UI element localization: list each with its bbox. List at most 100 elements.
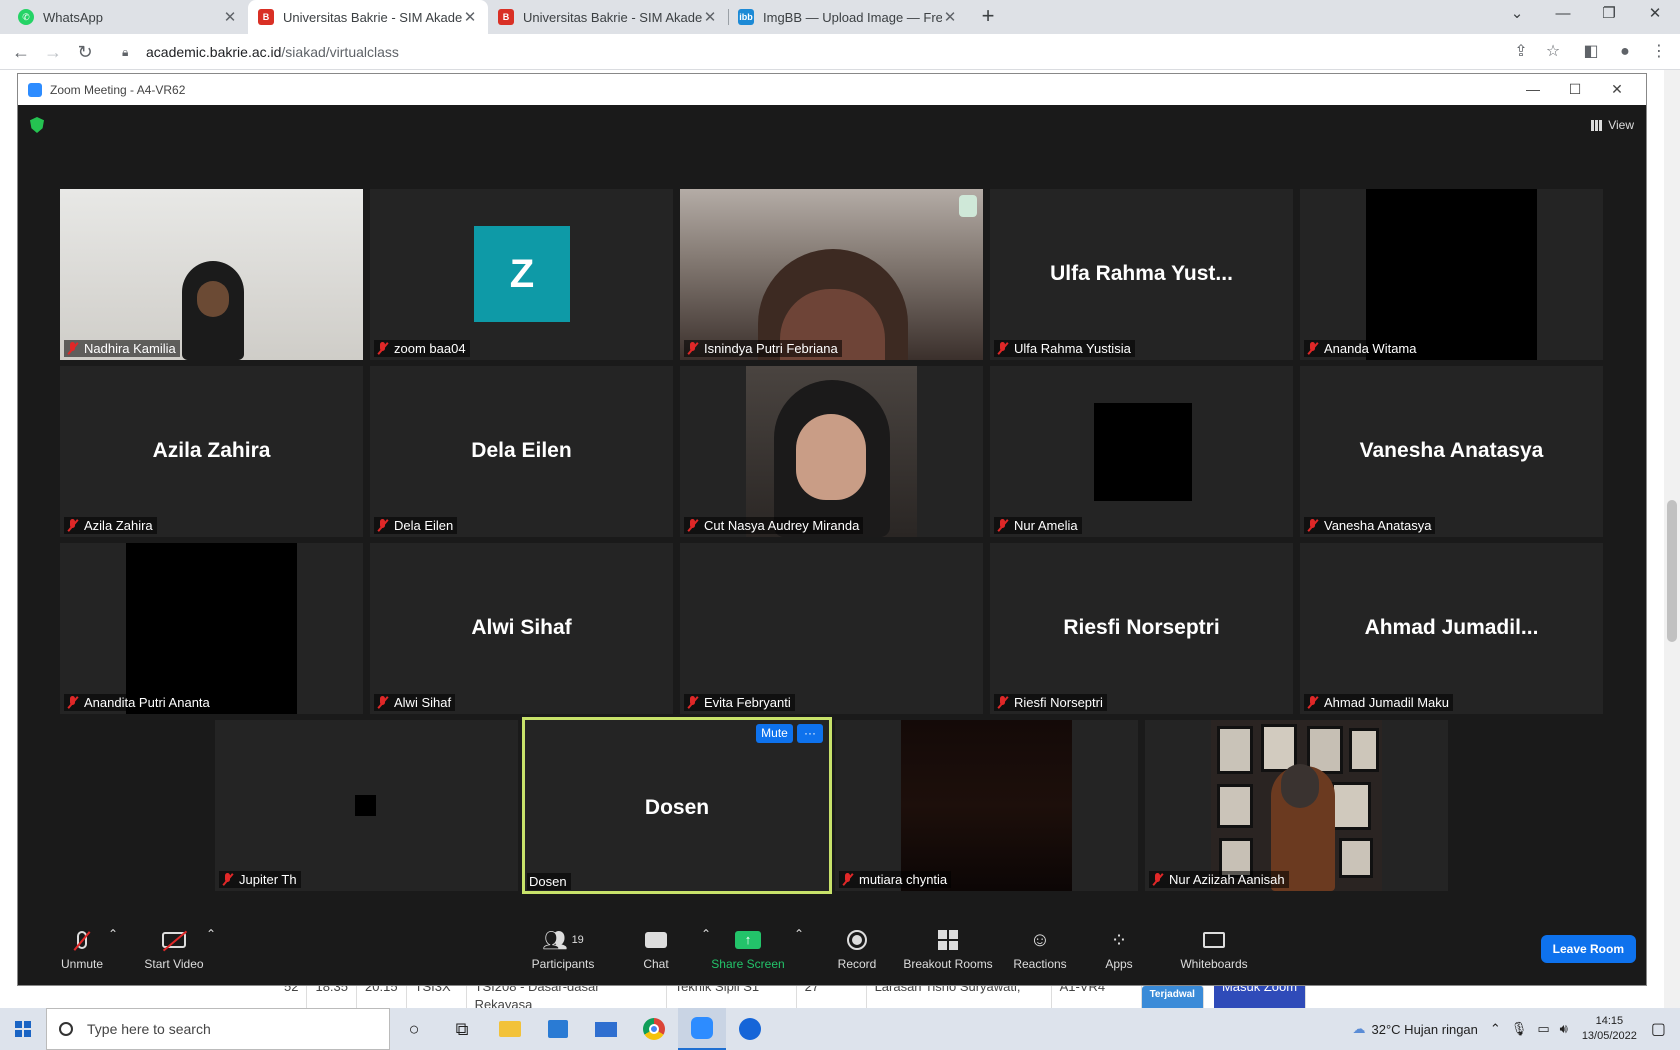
participant-tile[interactable]: Ulfa Rahma Yust... Ulfa Rahma Yustisia	[990, 189, 1293, 360]
view-button[interactable]: View	[1591, 115, 1634, 135]
participant-label: Ananda Witama	[1304, 340, 1421, 357]
volume-icon[interactable]: 🔊︎	[1560, 1021, 1568, 1037]
reactions-button[interactable]: ☺︎ Reactions	[995, 927, 1085, 972]
start-video-label: Start Video	[144, 957, 204, 971]
tab-sim-akademik-active[interactable]: B Universitas Bakrie - SIM Akademik ✕	[248, 0, 488, 34]
profile-avatar-icon[interactable]: ●	[1612, 39, 1638, 65]
participant-tile[interactable]: mutiara chyntia	[835, 720, 1138, 891]
participant-label: Anandita Putri Ananta	[64, 694, 214, 711]
participant-tile-active-speaker[interactable]: Dosen Mute ··· Dosen	[522, 717, 832, 894]
participant-tile[interactable]: Cut Nasya Audrey Miranda	[680, 366, 983, 537]
mute-participant-button[interactable]: Mute	[756, 724, 793, 743]
notifications-icon[interactable]: ▢	[1651, 1019, 1666, 1039]
display-name: Alwi Sihaf	[471, 616, 572, 639]
mic-muted-icon	[996, 342, 1009, 355]
zoom-close-icon[interactable]: ✕	[1594, 74, 1640, 105]
participant-name: Ananda Witama	[1324, 341, 1417, 356]
share-icon[interactable]: ⇪	[1508, 39, 1534, 65]
microsoft-store-icon[interactable]	[534, 1008, 582, 1050]
participant-label: Cut Nasya Audrey Miranda	[684, 517, 864, 534]
tab-title: Universitas Bakrie - SIM Akademik	[283, 9, 462, 25]
tab-imgbb[interactable]: ibb ImgBB — Upload Image — Free Im ✕	[728, 0, 968, 34]
teamviewer-icon[interactable]	[726, 1008, 774, 1050]
participant-name: Azila Zahira	[84, 518, 153, 533]
breakout-rooms-label: Breakout Rooms	[903, 957, 993, 971]
close-tab-icon[interactable]: ✕	[942, 8, 958, 26]
zoom-minimize-icon[interactable]: —	[1510, 74, 1556, 105]
task-view-icon[interactable]: ⧉	[438, 1008, 486, 1050]
participant-tile[interactable]: Alwi Sihaf Alwi Sihaf	[370, 543, 673, 714]
new-tab-icon[interactable]: +	[976, 5, 1000, 29]
participant-label: Dela Eilen	[374, 517, 458, 534]
tray-overflow-icon[interactable]: ⌃	[1490, 1021, 1501, 1037]
more-options-button[interactable]: ···	[797, 724, 823, 743]
participant-label: Nadhira Kamilia	[64, 340, 180, 357]
url-host: academic.bakrie.ac.id	[146, 44, 282, 60]
minimize-icon[interactable]: —	[1540, 0, 1586, 30]
participant-tile[interactable]: Dela Eilen Dela Eilen	[370, 366, 673, 537]
restore-icon[interactable]: ❐	[1586, 0, 1632, 30]
mail-icon[interactable]	[582, 1008, 630, 1050]
network-icon[interactable]: ▭	[1537, 1021, 1549, 1037]
participant-tile[interactable]: Nadhira Kamilia	[60, 189, 363, 360]
breakout-rooms-button[interactable]: Breakout Rooms	[888, 927, 1008, 971]
tab-sim-akademik[interactable]: B Universitas Bakrie - SIM Akademik ✕	[488, 0, 728, 34]
apps-button[interactable]: ⁘ Apps	[1074, 927, 1164, 972]
mic-muted-icon	[686, 342, 699, 355]
participant-tile[interactable]: Anandita Putri Ananta	[60, 543, 363, 714]
participant-tile[interactable]: Z zoom baa04	[370, 189, 673, 360]
participant-name: Dela Eilen	[394, 518, 454, 533]
participant-name: Alwi Sihaf	[394, 695, 452, 710]
tab-whatsapp[interactable]: ✆ WhatsApp ✕	[8, 0, 248, 34]
participant-tile[interactable]: Ahmad Jumadil... Ahmad Jumadil Maku	[1300, 543, 1603, 714]
chrome-icon[interactable]	[630, 1008, 678, 1050]
participant-tile[interactable]: Azila Zahira Azila Zahira	[60, 366, 363, 537]
browser-toolbar: ← → ↻ 🔒︎ academic.bakrie.ac.id/siakad/vi…	[0, 34, 1680, 70]
participant-tile[interactable]: Evita Febryanti	[680, 543, 983, 714]
zoom-taskbar-icon[interactable]	[678, 1008, 726, 1050]
close-tab-icon[interactable]: ✕	[702, 8, 718, 26]
reload-icon[interactable]: ↻	[72, 39, 98, 65]
display-name: Ulfa Rahma Yust...	[1050, 262, 1233, 285]
participant-name: Cut Nasya Audrey Miranda	[704, 518, 860, 533]
cortana-icon[interactable]: ○	[390, 1008, 438, 1050]
participant-tile[interactable]: Vanesha Anatasya Vanesha Anatasya	[1300, 366, 1603, 537]
close-window-icon[interactable]: ✕	[1632, 0, 1678, 30]
participant-tile[interactable]: Jupiter Th	[215, 720, 518, 891]
video-options-caret-icon[interactable]: ⌃	[161, 927, 261, 941]
zoom-maximize-icon[interactable]: ☐	[1552, 74, 1598, 105]
close-tab-icon[interactable]: ✕	[222, 8, 238, 26]
participant-tile[interactable]: Nur Amelia	[990, 366, 1293, 537]
whiteboards-button[interactable]: Whiteboards	[1164, 927, 1264, 971]
security-shield-icon[interactable]	[30, 117, 44, 133]
participant-tile[interactable]: Nur Aziizah Aanisah	[1145, 720, 1448, 891]
view-label: View	[1608, 118, 1634, 132]
taskbar-search-box[interactable]: Type here to search	[46, 1008, 390, 1050]
participant-name: zoom baa04	[394, 341, 466, 356]
back-icon[interactable]: ←	[8, 39, 34, 65]
mic-muted-icon	[66, 696, 79, 709]
forward-icon[interactable]: →	[40, 39, 66, 65]
weather-text[interactable]: 32°C Hujan ringan	[1372, 1022, 1478, 1037]
gallery-grid-icon	[1591, 119, 1603, 131]
microphone-icon[interactable]: 🎙︎	[1511, 1021, 1528, 1037]
tab-search-chevron-icon[interactable]: ⌄	[1494, 0, 1540, 30]
participant-tile[interactable]: Riesfi Norseptri Riesfi Norseptri	[990, 543, 1293, 714]
close-tab-icon[interactable]: ✕	[462, 8, 478, 26]
video-feed	[1211, 720, 1382, 891]
windows-taskbar: Type here to search ○ ⧉ ☁︎ 32°C Hujan ri…	[0, 1008, 1680, 1050]
leave-room-button[interactable]: Leave Room	[1540, 935, 1636, 963]
participant-label: Evita Febryanti	[684, 694, 795, 711]
participant-tile[interactable]: Isnindya Putri Febriana	[680, 189, 983, 360]
menu-kebab-icon[interactable]: ⋮	[1646, 39, 1672, 65]
participant-tile[interactable]: Ananda Witama	[1300, 189, 1603, 360]
start-button[interactable]	[0, 1008, 46, 1050]
side-panel-icon[interactable]: ◧	[1578, 39, 1604, 65]
bookmark-star-icon[interactable]: ☆	[1540, 39, 1566, 65]
participants-button[interactable]: 👥︎ 19 Participants	[518, 927, 608, 972]
file-explorer-icon[interactable]	[486, 1008, 534, 1050]
address-bar[interactable]: 🔒︎ academic.bakrie.ac.id/siakad/virtualc…	[108, 38, 1548, 66]
page-scrollbar-thumb[interactable]	[1667, 500, 1677, 642]
clock[interactable]: 14:15 13/05/2022	[1582, 1014, 1637, 1044]
display-name: Dela Eilen	[471, 439, 572, 462]
